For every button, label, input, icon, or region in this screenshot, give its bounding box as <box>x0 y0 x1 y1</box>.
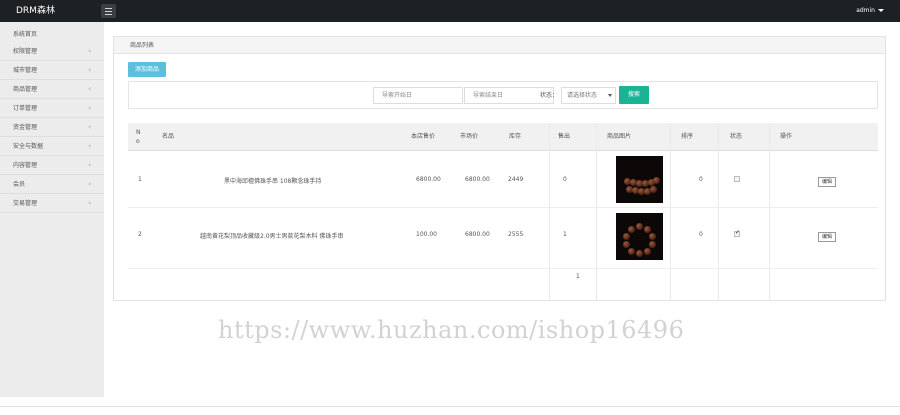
sidebar-item-home[interactable]: 系统首页 <box>0 22 104 42</box>
user-name: admin <box>856 7 875 14</box>
edit-button[interactable]: 编辑 <box>818 177 836 187</box>
start-date-input[interactable]: 导索开始日 <box>373 87 463 104</box>
product-list-panel: 商品列表 添加商品 导索开始日 导索结束日 状态： 请选择状态 搜索 N o 名… <box>113 36 886 301</box>
table-row[interactable]: 2 越南黄花梨顶品收藏级2.0男士男款花梨木料 佛珠手串 100.00 6800… <box>128 209 878 269</box>
sidebar-item-label: 交易管理 <box>13 200 38 207</box>
brand-logo[interactable]: DRM森林 <box>0 0 80 22</box>
sidebar-item[interactable]: 订单管理 ‹ <box>0 99 104 118</box>
chevron-left-icon: ‹ <box>88 47 91 55</box>
col-name: 名品 <box>162 133 175 140</box>
status-select-value: 请选择状态 <box>567 92 598 99</box>
chevron-left-icon: ‹ <box>88 142 91 150</box>
edit-button[interactable]: 编辑 <box>818 232 836 242</box>
col-sort: 排序 <box>681 133 694 140</box>
chevron-left-icon: ‹ <box>88 161 91 169</box>
sort: 0 <box>699 231 703 238</box>
footer-divider <box>0 406 900 407</box>
sidebar-item-label: 会员 <box>13 181 26 188</box>
stock: 2555 <box>508 231 524 238</box>
col-image: 商品图片 <box>607 133 632 140</box>
sort: 0 <box>699 176 703 183</box>
market-price: 100.00 <box>416 231 437 238</box>
sidebar-item[interactable]: 安全与数据 ‹ <box>0 137 104 156</box>
sidebar-item[interactable]: 交易管理 ‹ <box>0 194 104 213</box>
product-image[interactable] <box>616 213 663 260</box>
col-sold: 售出 <box>558 133 571 140</box>
menu-toggle-icon[interactable] <box>101 4 116 18</box>
sidebar-item[interactable]: 内容管理 ‹ <box>0 156 104 175</box>
product-name: 越南黄花梨顶品收藏级2.0男士男款花梨木料 佛珠手串 <box>200 233 344 240</box>
chevron-left-icon: ‹ <box>88 199 91 207</box>
product-image[interactable] <box>616 156 663 203</box>
sidebar-item-label: 城市管理 <box>13 67 38 74</box>
add-product-button[interactable]: 添加商品 <box>128 62 166 77</box>
col-action: 操作 <box>780 133 793 140</box>
chevron-down-icon <box>608 94 612 97</box>
panel-title: 商品列表 <box>114 37 885 54</box>
table-header: N o 名品 本店售价 市场价 库存 售出 商品图片 排序 状态 操作 <box>128 123 878 151</box>
chevron-left-icon: ‹ <box>88 180 91 188</box>
col-price: 市场价 <box>460 133 479 140</box>
product-name: 黑中海邱檀佛珠手串 108颗念珠手持 <box>224 178 322 185</box>
status-select[interactable]: 请选择状态 <box>561 87 616 104</box>
col-market-price: 本店售价 <box>411 133 436 140</box>
stock: 2449 <box>508 176 524 183</box>
filter-bar: 导索开始日 导索结束日 状态： 请选择状态 搜索 <box>128 81 878 109</box>
row-no: 2 <box>138 231 142 238</box>
top-navbar: DRM森林 admin <box>0 0 900 22</box>
chevron-down-icon <box>878 9 884 12</box>
price: 6800.00 <box>465 176 490 183</box>
sidebar-item[interactable]: 城市管理 ‹ <box>0 61 104 80</box>
sidebar-item[interactable]: 会员 ‹ <box>0 175 104 194</box>
sold: 0 <box>563 176 567 183</box>
chevron-left-icon: ‹ <box>88 85 91 93</box>
sold-overflow: 1 <box>576 273 580 280</box>
price: 6800.00 <box>465 231 490 238</box>
row-no: 1 <box>138 176 142 183</box>
sidebar-item-label: 安全与数据 <box>13 143 44 150</box>
status-checkbox[interactable] <box>734 176 740 182</box>
user-menu[interactable]: admin <box>856 0 884 22</box>
sidebar-item-label: 资金管理 <box>13 124 38 131</box>
sidebar-item-label: 内容管理 <box>13 162 38 169</box>
search-button[interactable]: 搜索 <box>619 86 649 104</box>
sidebar: 系统首页 权限管理 ‹ 城市管理 ‹ 商品管理 ‹ 订单管理 ‹ 资金管理 ‹ 安全与数据… <box>0 22 104 397</box>
col-no: N o <box>136 129 141 145</box>
chevron-left-icon: ‹ <box>88 123 91 131</box>
col-stock: 库存 <box>509 133 522 140</box>
sidebar-item[interactable]: 商品管理 ‹ <box>0 80 104 99</box>
chevron-left-icon: ‹ <box>88 104 91 112</box>
col-status: 状态 <box>730 133 743 140</box>
chevron-left-icon: ‹ <box>88 66 91 74</box>
sold: 1 <box>563 231 567 238</box>
sidebar-item-label: 商品管理 <box>13 86 38 93</box>
status-checkbox[interactable] <box>734 229 740 237</box>
sidebar-item-label: 订单管理 <box>13 105 38 112</box>
table-row[interactable]: 1 黑中海邱檀佛珠手串 108颗念珠手持 6800.00 6800.00 244… <box>128 151 878 208</box>
sidebar-item[interactable]: 权限管理 ‹ <box>0 42 104 61</box>
watermark: https://www.huzhan.com/ishop16496 <box>218 316 685 344</box>
sidebar-item-label: 权限管理 <box>13 48 38 55</box>
market-price: 6800.00 <box>416 176 441 183</box>
sidebar-item[interactable]: 资金管理 ‹ <box>0 118 104 137</box>
status-label: 状态： <box>540 92 559 99</box>
